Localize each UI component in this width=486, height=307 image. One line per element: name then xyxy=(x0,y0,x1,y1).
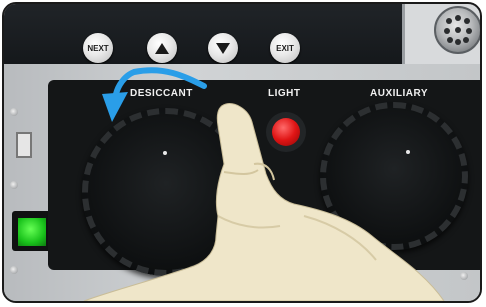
photo-frame: NEXT EXIT DESICCANT LIGHT AUXILIARY xyxy=(2,2,482,303)
rotate-counterclockwise-arrow-icon xyxy=(102,67,207,122)
device-panel: NEXT EXIT DESICCANT LIGHT AUXILIARY xyxy=(4,4,480,301)
